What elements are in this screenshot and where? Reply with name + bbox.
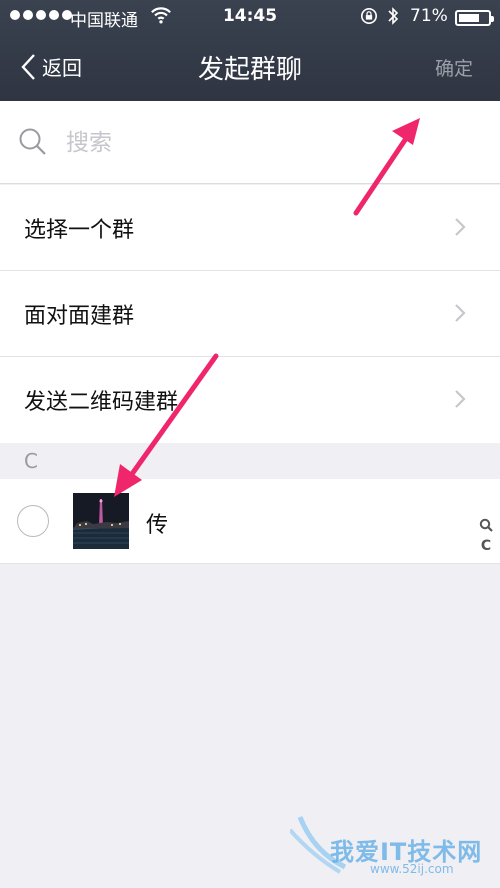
confirm-button[interactable]: 确定 (435, 54, 473, 81)
watermark-url: www.52ij.com (370, 862, 454, 876)
watermark: 我爱IT技术网 www.52ij.com (290, 812, 490, 882)
battery-percent: 71% (410, 6, 448, 26)
chevron-right-icon (455, 304, 466, 322)
battery-icon (455, 10, 494, 26)
index-letter[interactable]: C (481, 538, 491, 554)
option-label: 面对面建群 (24, 304, 135, 329)
option-qr-code-group[interactable]: 发送二维码建群 (0, 357, 500, 443)
option-face-to-face-group[interactable]: 面对面建群 (0, 271, 500, 357)
option-label: 发送二维码建群 (24, 390, 179, 415)
index-search-icon[interactable] (479, 518, 493, 532)
section-letter: C (24, 449, 38, 473)
nav-bar: 返回 发起群聊 确定 (0, 34, 500, 101)
option-select-group[interactable]: 选择一个群 (0, 185, 500, 271)
index-bar[interactable]: C (478, 518, 494, 554)
search-bar (0, 101, 500, 184)
select-radio[interactable] (17, 505, 49, 537)
section-header: C (0, 443, 500, 479)
header: 中国联通 14:45 71% 返回 发起群聊 确定 (0, 0, 500, 101)
contact-name: 传 (146, 513, 169, 538)
page-title: 发起群聊 (197, 55, 302, 85)
group-options-list: 选择一个群 面对面建群 发送二维码建群 (0, 185, 500, 443)
chevron-right-icon (455, 390, 466, 408)
search-input[interactable] (66, 123, 466, 163)
option-label: 选择一个群 (24, 218, 135, 243)
status-bar: 中国联通 14:45 71% (0, 0, 500, 34)
rotation-lock-icon (360, 7, 378, 25)
avatar (73, 493, 129, 549)
contact-row[interactable]: 传 (0, 479, 500, 564)
chevron-right-icon (455, 218, 466, 236)
search-icon (19, 128, 46, 155)
bluetooth-icon (388, 7, 399, 25)
avatar-image (73, 493, 129, 549)
